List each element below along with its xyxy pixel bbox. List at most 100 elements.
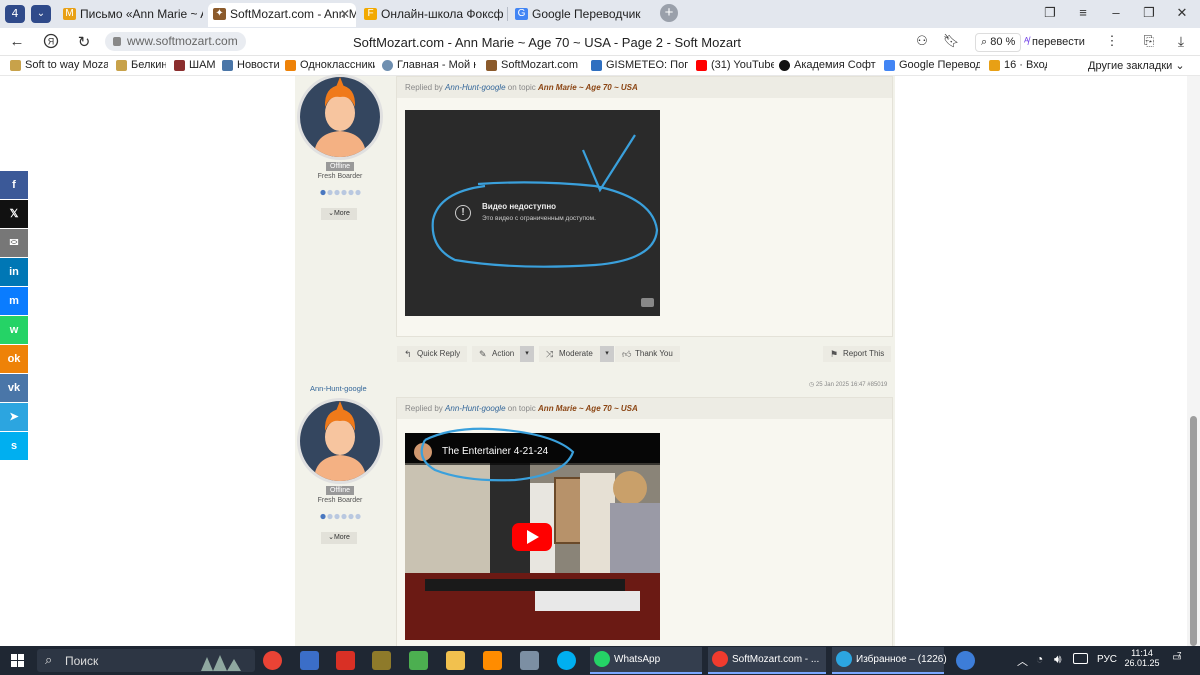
bookmark-item[interactable]: Главная - Мой на — [382, 59, 476, 71]
url-field[interactable]: www.softmozart.com — [105, 32, 246, 51]
globe-icon — [382, 60, 393, 71]
telegram-share-icon[interactable]: ➤ — [0, 403, 28, 431]
search-icon: ⌕ — [45, 652, 53, 667]
puzzle-app-icon[interactable] — [409, 651, 428, 670]
odnoklassniki-share-icon[interactable]: ok — [0, 345, 28, 373]
on-topic-text: on topic — [507, 83, 536, 92]
avatar[interactable] — [297, 74, 383, 160]
bookmark-label: Soft to way Mozar — [25, 59, 108, 71]
tab-label: Письмо «Ann Marie ~ Age — [80, 7, 203, 21]
author-link[interactable]: Ann-Hunt-google — [445, 83, 505, 92]
new-tab-icon[interactable]: + — [660, 4, 678, 22]
clock[interactable]: 11:14 26.01.25 — [1124, 648, 1160, 668]
bookmark-item[interactable]: 16 · Вход — [989, 59, 1047, 71]
odnoklassniki-icon — [285, 60, 296, 71]
calculator-icon[interactable] — [520, 651, 539, 670]
tab-foxford[interactable]: F Онлайн-школа Фоксфорд — [359, 3, 504, 27]
other-bookmarks[interactable]: Другие закладки ⌄ — [1074, 59, 1184, 72]
google-translate-icon — [884, 60, 895, 71]
reload-icon[interactable]: ↻ — [75, 33, 93, 51]
linkedin-share-icon[interactable]: in — [0, 258, 28, 286]
bookmark-item[interactable]: Новости — [222, 59, 280, 71]
tab-google-translate[interactable]: G Google Переводчик — [510, 3, 655, 27]
post-username[interactable]: Ann-Hunt-google — [310, 384, 367, 393]
more-button[interactable]: ⌄More — [321, 532, 357, 544]
bookmark-item[interactable]: ШАМ — [174, 59, 216, 71]
bookmark-item[interactable]: Одноклассники — [285, 59, 375, 71]
whatsapp-share-icon[interactable]: w — [0, 316, 28, 344]
bookmark-item[interactable]: Академия Софт М — [779, 59, 876, 71]
file-explorer-icon[interactable] — [446, 651, 465, 670]
taskbar-app-telegram[interactable]: Избранное – (1226) — [832, 647, 947, 674]
messenger-share-icon[interactable]: m — [0, 287, 28, 315]
tab-email[interactable]: M Письмо «Ann Marie ~ Age — [58, 3, 203, 27]
network-icon[interactable]: ◔ — [1036, 652, 1043, 666]
back-icon[interactable]: ← — [8, 33, 26, 50]
bookmark-item[interactable]: SoftMozart.com - — [486, 59, 578, 71]
tray-expand-icon[interactable]: ︿ — [1017, 653, 1028, 669]
translate-button[interactable]: ᴬ̸ перевести — [1024, 33, 1085, 52]
circle-app-icon[interactable] — [956, 651, 975, 670]
softmozart-icon: ✦ — [213, 8, 226, 20]
minimize-icon[interactable]: – — [1106, 5, 1126, 20]
restore-icon[interactable]: ❐ — [1139, 5, 1159, 21]
email-share-icon[interactable]: ✉ — [0, 229, 28, 257]
tab-softmozart[interactable]: ✦ SoftMozart.com - Ann M ✕ — [208, 3, 356, 27]
page-scrollbar[interactable] — [1187, 76, 1200, 646]
bookmark-label: Академия Софт М — [794, 59, 876, 71]
yandex-icon[interactable]: Я — [42, 33, 60, 53]
tab-strip: 4 ⌄ M Письмо «Ann Marie ~ Age ✦ SoftMoza… — [0, 0, 1200, 28]
tab-list-dropdown-icon[interactable]: ⌄ — [31, 5, 51, 23]
foxford-icon: F — [364, 8, 377, 20]
tab-counter[interactable]: 4 — [5, 5, 25, 23]
close-tab-icon[interactable]: ✕ — [340, 3, 350, 25]
vk-icon — [222, 60, 233, 71]
report-button[interactable]: ⚑ Report This — [823, 346, 892, 362]
topic-link[interactable]: Ann Marie ~ Age 70 ~ USA — [538, 83, 638, 92]
skype-share-icon[interactable]: s — [0, 432, 28, 460]
taskbar-search[interactable]: ⌕ Поиск — [37, 649, 255, 672]
address-bar: ← Я ↻ www.softmozart.com SoftMozart.com … — [0, 28, 1200, 56]
annotation-checkmark — [581, 134, 636, 193]
bookmark-item[interactable]: Белкин — [116, 59, 166, 71]
close-window-icon[interactable]: ✕ — [1172, 5, 1192, 21]
download-icon[interactable]: ⤓ — [1172, 33, 1190, 50]
sidebar-icon[interactable]: ⎘ — [1140, 33, 1158, 49]
bookmark-item[interactable]: Soft to way Mozar — [10, 59, 108, 71]
menu-icon[interactable]: ≡ — [1073, 5, 1093, 20]
rank-dots — [320, 183, 362, 196]
chrome-icon[interactable] — [263, 651, 282, 670]
more-button[interactable]: ⌄More — [321, 208, 357, 220]
url-text: www.softmozart.com — [127, 34, 238, 48]
windows-start-icon[interactable] — [11, 654, 24, 667]
keyboard-icon[interactable] — [1073, 653, 1088, 664]
svg-text:Я: Я — [48, 37, 55, 47]
app-label: Избранное – (1226) — [856, 654, 947, 665]
folder-icon — [116, 60, 127, 71]
vk-share-icon[interactable]: vk — [0, 374, 28, 402]
bookmark-item[interactable]: Google Переводч — [884, 59, 980, 71]
language-indicator[interactable]: РУС — [1097, 654, 1117, 665]
anydesk-icon[interactable] — [336, 651, 355, 670]
taskbar-app-whatsapp[interactable]: WhatsApp — [590, 647, 702, 674]
notification-button[interactable]: ▭ 7 — [1168, 651, 1186, 668]
paint-icon[interactable] — [372, 651, 391, 670]
vlc-icon[interactable] — [483, 651, 502, 670]
avatar[interactable] — [297, 398, 383, 484]
collections-icon[interactable]: ❐ — [1040, 5, 1060, 21]
more-options-icon[interactable]: ⋮ — [1103, 33, 1121, 49]
bookmark-item[interactable]: GISMETEO: Погод — [591, 59, 688, 71]
bookmark-label: Одноклассники — [300, 59, 375, 71]
zoom-indicator[interactable]: ⌕ 80 % — [975, 33, 1022, 52]
volume-icon[interactable]: 🔊︎ — [1054, 652, 1062, 667]
x-share-icon[interactable]: 𝕏 — [0, 200, 28, 228]
magnifier-icon: ⌕ — [981, 36, 988, 48]
scrollbar-thumb[interactable] — [1190, 416, 1197, 646]
facebook-share-icon[interactable]: f — [0, 171, 28, 199]
save-disk-icon[interactable] — [300, 651, 319, 670]
taskbar-app-browser[interactable]: SoftMozart.com - ... — [708, 647, 826, 674]
extensions-icon[interactable]: ⚇ — [913, 33, 931, 49]
bookmark-icon[interactable]: 🔖︎ — [942, 33, 960, 49]
bookmark-item[interactable]: (31) YouTube — [696, 59, 774, 71]
skype-icon[interactable] — [557, 651, 576, 670]
